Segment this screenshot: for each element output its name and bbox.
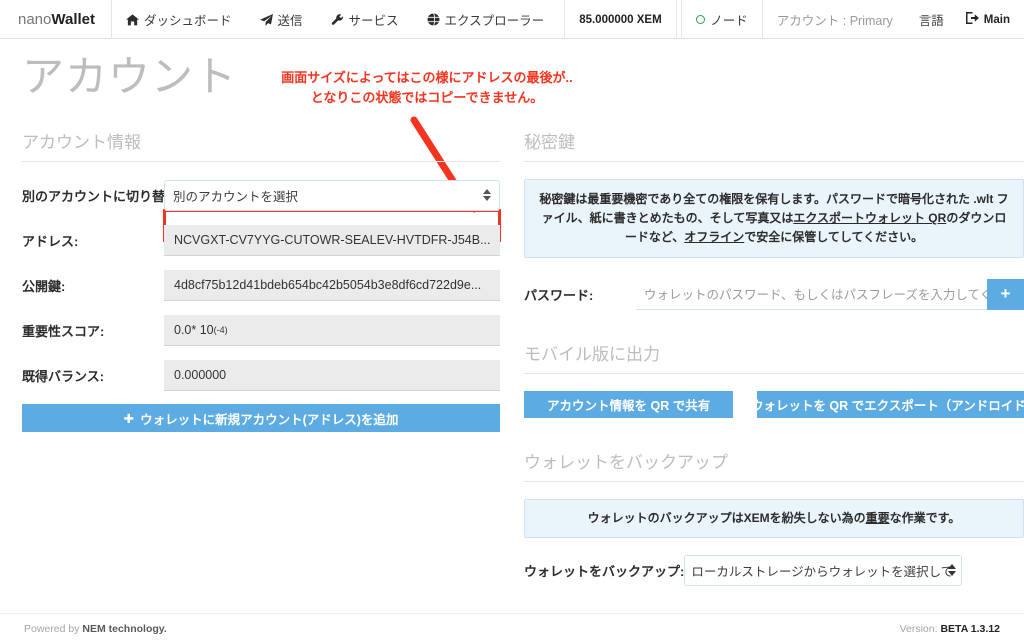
home-icon bbox=[126, 13, 139, 26]
top-navbar: nano Wallet ダッシュボード 送信 サービス エクスプローラー 85.… bbox=[0, 0, 1024, 39]
nav-item-main-label: Main bbox=[983, 13, 1010, 26]
backup-notice: ウォレットのバックアップはXEMを紛失しない為の重要な作業です。 bbox=[524, 499, 1024, 538]
brand-logo-bold: Wallet bbox=[51, 11, 95, 28]
address-row: アドレス: NCVGXT-CV7YYG-CUTOWR-SEALEV-HVTDFR… bbox=[22, 224, 500, 256]
vested-balance-value[interactable]: 0.000000 bbox=[164, 359, 500, 391]
brand-logo-light: nano bbox=[18, 11, 52, 28]
nav-item-node-label: ノード bbox=[710, 14, 748, 28]
export-wallet-qr-button[interactable]: ウォレットを QR でエクスポート（アンドロイド） bbox=[757, 391, 1024, 418]
backup-important-link[interactable]: 重要 bbox=[866, 511, 890, 525]
vested-balance-label: 既得バランス: bbox=[22, 368, 105, 384]
nav-item-services[interactable]: サービス bbox=[317, 0, 413, 39]
footer-powered-by: Powered by NEM technology. bbox=[24, 623, 167, 635]
nav-item-account-label: アカウント : Primary bbox=[776, 14, 893, 28]
nav-item-dashboard[interactable]: ダッシュボード bbox=[112, 0, 246, 39]
private-key-title: 秘密鍵 bbox=[524, 128, 1024, 162]
nav-item-account[interactable]: アカウント : Primary bbox=[763, 0, 907, 39]
switch-account-select-value: 別のアカウントを選択 bbox=[173, 189, 299, 204]
backup-wallet-select[interactable]: ローカルストレージからウォレットを選択して bbox=[684, 554, 963, 586]
paper-plane-icon bbox=[259, 13, 273, 26]
importance-value[interactable]: 0.0* 10 (-4) bbox=[164, 314, 500, 346]
importance-exponent: (-4) bbox=[213, 324, 228, 335]
annotation-line-1: 画面サイズによってはこの様にアドレスの最後が.. bbox=[281, 70, 573, 85]
nav-item-services-label: サービス bbox=[348, 14, 399, 28]
mobile-export-section: モバイル版に出力 アカウント情報を QR で共有 ウォレットを QR でエクスポ… bbox=[524, 340, 1024, 418]
offline-link[interactable]: オフライン bbox=[684, 230, 744, 244]
password-label: パスワード: bbox=[524, 287, 594, 303]
wrench-icon bbox=[331, 13, 344, 26]
page-footer: Powered by NEM technology. Version: BETA… bbox=[0, 613, 1024, 643]
address-value[interactable]: NCVGXT-CV7YYG-CUTOWR-SEALEV-HVTDFR-J54B.… bbox=[164, 224, 500, 256]
nav-item-send-label: 送信 bbox=[277, 14, 303, 28]
nav-balance: 85.000000 XEM bbox=[564, 0, 677, 39]
backup-notice-part1: ウォレットのバックアップはXEMを紛失しない為の bbox=[587, 511, 866, 525]
page-title: アカウント bbox=[22, 53, 238, 100]
mobile-export-title: モバイル版に出力 bbox=[524, 340, 1024, 374]
add-account-button[interactable]: ✚ ウォレットに新規アカウント(アドレス)を追加 bbox=[22, 404, 500, 432]
footer-version: Version: BETA 1.3.12 bbox=[900, 623, 1000, 635]
globe-icon bbox=[427, 13, 440, 26]
primary-nav: ダッシュボード 送信 サービス エクスプローラー bbox=[112, 0, 558, 39]
footer-version-label: Version: bbox=[899, 622, 938, 635]
switch-account-label: 別のアカウントに切り替える: bbox=[22, 188, 195, 204]
password-row: パスワード: ウォレットのパスワード、もしくはパスフレーズを入力してください + bbox=[524, 278, 1024, 310]
password-add-button[interactable]: + bbox=[987, 278, 1024, 310]
private-key-notice-part3: で安全に保管してしてください。 bbox=[744, 230, 924, 244]
nav-item-node[interactable]: ノード bbox=[682, 0, 762, 39]
public-key-label: 公開鍵: bbox=[22, 278, 66, 294]
switch-account-select[interactable]: 別のアカウントを選択 bbox=[164, 179, 500, 211]
export-wallet-qr-link[interactable]: エクスポートウォレット QR bbox=[793, 211, 946, 225]
backup-section: ウォレットをバックアップ ウォレットのバックアップはXEMを紛失しない為の重要な… bbox=[524, 448, 1024, 586]
address-label: アドレス: bbox=[22, 233, 79, 249]
secondary-nav: ノード アカウント : Primary 言語 Main bbox=[681, 0, 1024, 39]
nav-item-language-label: 言語 bbox=[918, 14, 944, 28]
footer-brand-link[interactable]: NEM technology. bbox=[82, 623, 166, 635]
private-key-notice: 秘密鍵は最重要機密であり全ての権限を保有します。パスワードで暗号化された .wl… bbox=[524, 179, 1024, 258]
public-key-row: 公開鍵: 4d8cf75b12d41bdeb654bc42b5054b3e8df… bbox=[22, 269, 500, 301]
nav-item-send[interactable]: 送信 bbox=[246, 0, 317, 39]
backup-notice-part2: な作業です。 bbox=[889, 511, 961, 525]
footer-version-value: BETA 1.3.12 bbox=[940, 622, 1000, 635]
importance-row: 重要性スコア: 0.0* 10 (-4) bbox=[22, 314, 500, 346]
backup-row: ウォレットをバックアップ: ローカルストレージからウォレットを選択して bbox=[524, 554, 1024, 586]
brand-logo[interactable]: nano Wallet bbox=[0, 0, 112, 39]
select-caret-icon bbox=[483, 189, 491, 201]
vested-balance-row: 既得バランス: 0.000000 bbox=[22, 359, 500, 391]
sign-out-icon bbox=[965, 12, 979, 27]
plus-icon: ✚ bbox=[123, 411, 135, 426]
importance-mantissa: 0.0* 10 bbox=[174, 322, 214, 337]
share-account-qr-button[interactable]: アカウント情報を QR で共有 bbox=[524, 391, 734, 418]
add-account-button-label: ウォレットに新規アカウント(アドレス)を追加 bbox=[140, 412, 399, 427]
backup-label: ウォレットをバックアップ: bbox=[524, 563, 685, 579]
nav-item-dashboard-label: ダッシュボード bbox=[144, 14, 232, 28]
account-info-panel: アカウント情報 別のアカウントに切り替える: 別のアカウントを選択 アドレス: … bbox=[22, 128, 500, 432]
nav-item-language[interactable]: 言語 bbox=[907, 0, 956, 39]
switch-account-row: 別のアカウントに切り替える: 別のアカウントを選択 bbox=[22, 179, 500, 211]
private-key-panel: 秘密鍵 秘密鍵は最重要機密であり全ての権限を保有します。パスワードで暗号化された… bbox=[524, 128, 1024, 586]
page-root: nano Wallet ダッシュボード 送信 サービス エクスプローラー 85.… bbox=[0, 0, 1024, 643]
qr-buttons-row: アカウント情報を QR で共有 ウォレットを QR でエクスポート（アンドロイド… bbox=[524, 391, 1024, 418]
nav-item-main[interactable]: Main bbox=[956, 0, 1024, 39]
backup-title: ウォレットをバックアップ bbox=[524, 448, 1024, 482]
public-key-value[interactable]: 4d8cf75b12d41bdeb654bc42b5054b3e8df6cd72… bbox=[164, 269, 500, 301]
importance-label: 重要性スコア: bbox=[22, 323, 105, 339]
account-info-title: アカウント情報 bbox=[22, 128, 500, 162]
node-status-icon bbox=[696, 15, 706, 24]
nav-item-explorer-label: エクスプローラー bbox=[444, 14, 545, 28]
select-caret-icon bbox=[948, 564, 957, 576]
nav-item-explorer[interactable]: エクスプローラー bbox=[413, 0, 559, 39]
backup-wallet-select-value: ローカルストレージからウォレットを選択して bbox=[691, 564, 954, 579]
footer-powered-label: Powered by bbox=[24, 622, 80, 635]
password-input[interactable]: ウォレットのパスワード、もしくはパスフレーズを入力してください bbox=[636, 278, 987, 310]
